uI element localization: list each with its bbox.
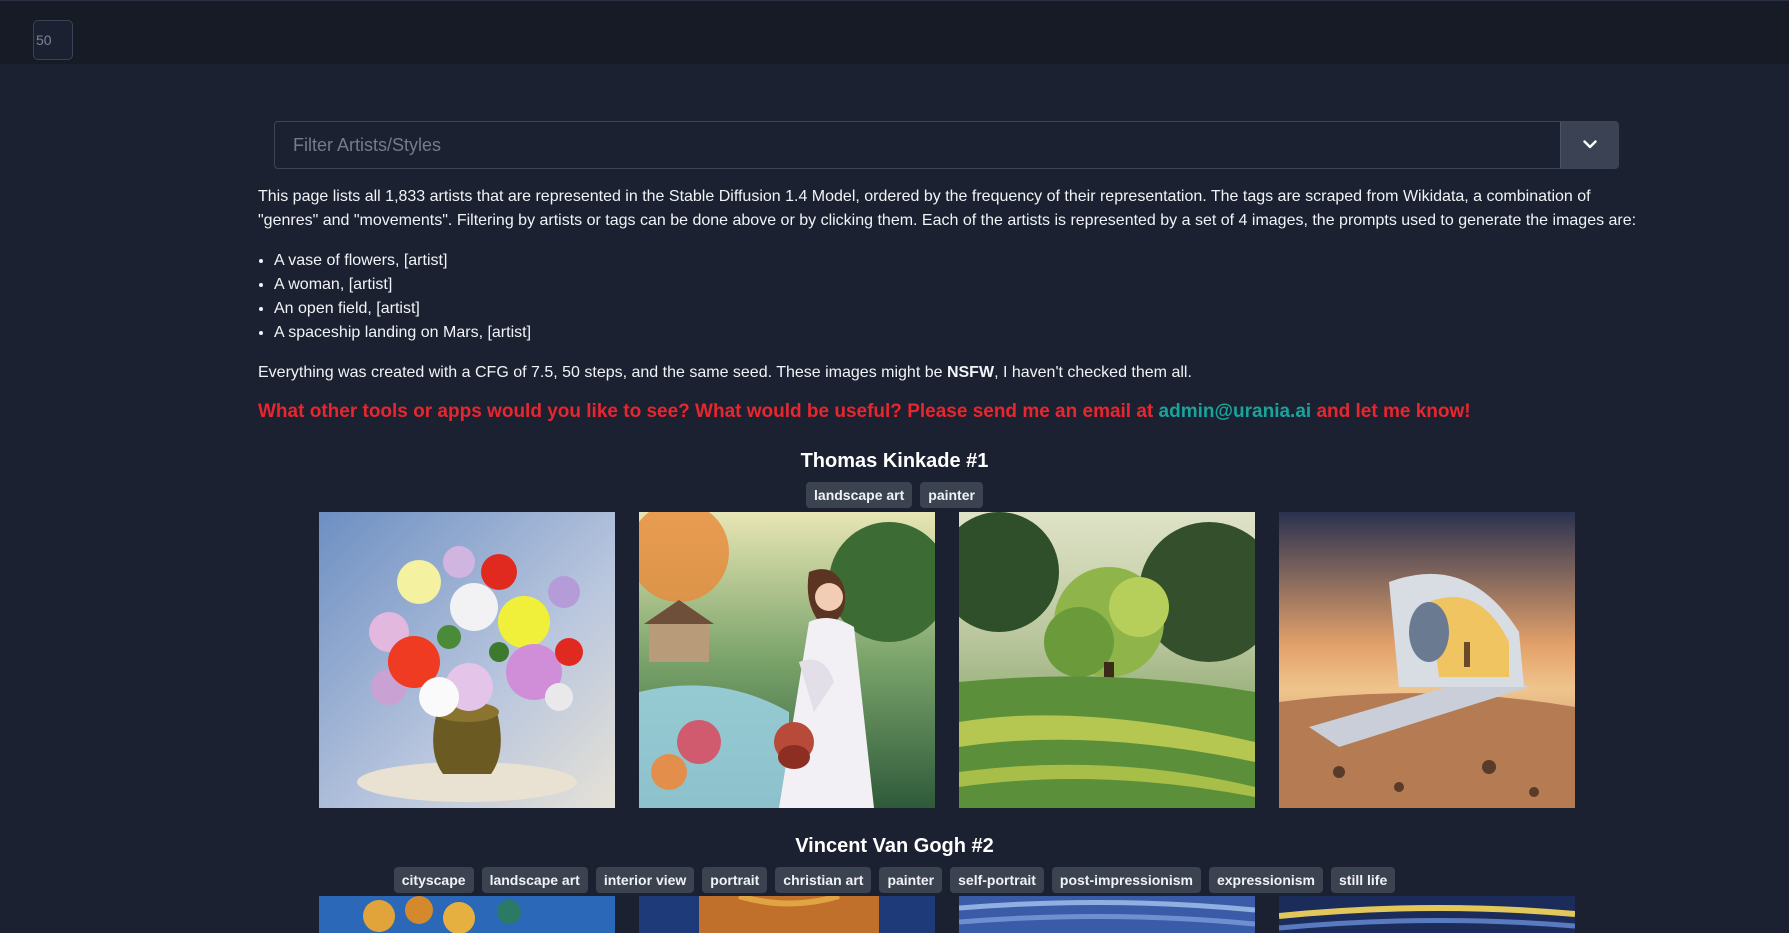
woman-image[interactable] [639, 896, 935, 933]
intro-paragraph: This page lists all 1,833 artists that a… [258, 188, 1637, 229]
spaceship-on-mars-image[interactable] [1279, 896, 1575, 933]
artist-card: Thomas Kinkade #1 landscape art painter [0, 448, 1789, 508]
intro-section: This page lists all 1,833 artists that a… [258, 185, 1638, 425]
list-item: A spaceship landing on Mars, [artist] [274, 321, 1638, 345]
tag-list: landscape art painter [0, 482, 1789, 508]
artist-name[interactable]: Thomas Kinkade #1 [0, 448, 1789, 474]
filter-dropdown-button[interactable] [1560, 122, 1618, 168]
callout-text: What other tools or apps would you like … [258, 401, 1159, 422]
notice-text: Everything was created with a CFG of 7.5… [258, 364, 947, 381]
tag[interactable]: painter [920, 482, 983, 508]
artist-card: Vincent Van Gogh #2 cityscape landscape … [0, 833, 1789, 893]
open-field-image[interactable] [959, 896, 1255, 933]
vase-of-flowers-image[interactable] [319, 512, 615, 808]
nsfw-label: NSFW [946, 364, 995, 381]
open-field-image[interactable] [959, 512, 1255, 808]
list-item: A woman, [artist] [274, 273, 1638, 297]
generation-notice: Everything was created with a CFG of 7.5… [258, 361, 1638, 385]
artist-image-row [319, 896, 1575, 933]
tag-list: cityscape landscape art interior view po… [0, 867, 1789, 893]
contact-callout: What other tools or apps would you like … [258, 399, 1638, 425]
page-size-input[interactable] [33, 20, 73, 60]
tag[interactable]: expressionism [1208, 867, 1324, 893]
artist-filter[interactable] [274, 121, 1619, 169]
tag[interactable]: painter [879, 867, 943, 893]
filter-input[interactable] [275, 122, 1560, 168]
chevron-down-icon [1582, 136, 1597, 154]
top-bar [0, 0, 1789, 64]
tag[interactable]: self-portrait [950, 867, 1044, 893]
tag[interactable]: cityscape [393, 867, 474, 893]
list-item: An open field, [artist] [274, 297, 1638, 321]
artist-image-row [319, 512, 1575, 808]
vase-of-flowers-image[interactable] [319, 896, 615, 933]
tag[interactable]: christian art [775, 867, 872, 893]
notice-text-end: , I haven't checked them all. [994, 364, 1192, 381]
artist-name[interactable]: Vincent Van Gogh #2 [0, 833, 1789, 859]
spaceship-on-mars-image[interactable] [1279, 512, 1575, 808]
email-link[interactable]: admin@urania.ai [1159, 401, 1312, 422]
tag[interactable]: landscape art [806, 482, 913, 508]
tag[interactable]: post-impressionism [1051, 867, 1201, 893]
tag[interactable]: portrait [702, 867, 768, 893]
callout-text-end: and let me know! [1311, 401, 1471, 422]
woman-image[interactable] [639, 512, 935, 808]
list-item: A vase of flowers, [artist] [274, 249, 1638, 273]
tag[interactable]: still life [1331, 867, 1396, 893]
tag[interactable]: landscape art [481, 867, 588, 893]
prompt-list: A vase of flowers, [artist] A woman, [ar… [258, 249, 1638, 345]
tag[interactable]: interior view [595, 867, 695, 893]
